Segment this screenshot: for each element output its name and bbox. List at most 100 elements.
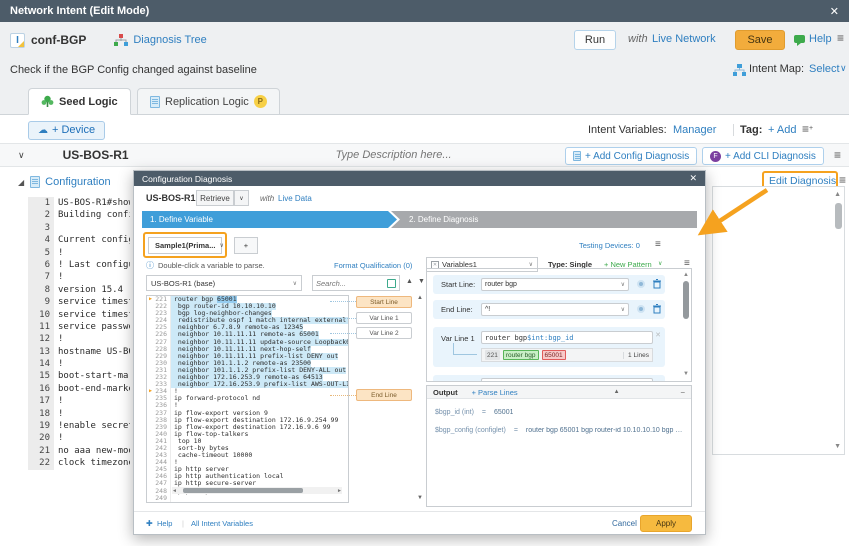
scroll-down-icon[interactable]: ▼ — [834, 443, 841, 450]
code-line[interactable]: 3 — [28, 222, 130, 234]
h-scrollbar-thumb[interactable] — [183, 488, 303, 493]
sample-code-line[interactable]: 227 neighbor 10.11.11.11 update-source L… — [147, 339, 348, 346]
var-line-1-tag[interactable]: Var Line 1 — [356, 312, 412, 324]
collapse-chevron-icon[interactable]: ∨ — [18, 150, 25, 161]
remove-var-line-icon[interactable]: ✕ — [655, 331, 661, 339]
search-next-icon[interactable]: ▼ — [418, 278, 425, 285]
intent-variables-manager-link[interactable]: Manager — [673, 124, 716, 136]
window-close-icon[interactable]: ✕ — [830, 5, 839, 18]
format-qualification-link[interactable]: Format Qualification (0) — [334, 261, 412, 270]
testing-devices-link[interactable]: Testing Devices: 0 — [579, 241, 640, 250]
code-line[interactable]: 15boot-start-mark — [28, 370, 130, 382]
add-sample-tab[interactable]: + — [234, 237, 258, 254]
save-button[interactable]: Save — [735, 30, 785, 50]
add-device-button[interactable]: ☁ + Device — [28, 121, 105, 140]
diagnosis-tree-link[interactable]: Diagnosis Tree — [133, 34, 206, 46]
sample-code-line[interactable]: 245ip http server — [147, 466, 348, 473]
step-define-diagnosis[interactable]: 2. Define Diagnosis — [391, 211, 697, 228]
minimize-icon[interactable]: − — [680, 388, 685, 397]
sample-code-line[interactable]: 224 redistribute ospf 1 match internal e… — [147, 317, 348, 324]
all-intent-variables-link[interactable]: All Intent Variables — [191, 519, 253, 528]
sample-code-line[interactable]: 228 neighbor 10.11.11.11 next-hop-self — [147, 346, 348, 353]
sample-code-line[interactable]: 226 neighbor 10.11.11.11 remote-as 65001 — [147, 331, 348, 338]
testing-menu-icon[interactable]: ≡ — [655, 239, 661, 251]
code-line[interactable]: 19!enable secret — [28, 420, 130, 432]
device-menu-icon[interactable]: ≡ — [834, 149, 841, 161]
search-input[interactable] — [316, 279, 378, 288]
scroll-right-icon[interactable]: ► — [337, 488, 342, 494]
cards-scroll-down-icon[interactable]: ▼ — [683, 371, 689, 378]
sample-tab[interactable]: Sample1(Prima... ∨ — [148, 237, 222, 254]
tab-seed-logic[interactable]: Seed Logic — [28, 88, 131, 115]
sample-code-line[interactable]: 240ip flow-top-talkers — [147, 431, 348, 438]
run-button[interactable]: Run — [574, 30, 616, 50]
live-network-link[interactable]: Live Network — [652, 33, 716, 45]
chevron-down-icon[interactable]: ∨ — [840, 63, 847, 74]
start-line-tag[interactable]: Start Line — [356, 296, 412, 308]
section-menu-icon[interactable]: ≡ — [839, 174, 846, 186]
search-prev-icon[interactable]: ▲ — [406, 278, 413, 285]
var-line-1-input[interactable]: router bgp $int:bgp_id — [481, 331, 653, 344]
qualify-icon[interactable] — [637, 280, 645, 288]
sample-code-line[interactable]: 236! — [147, 402, 348, 409]
qualify-icon[interactable] — [637, 305, 645, 313]
search-options-icon[interactable] — [387, 279, 396, 288]
sample-code-line[interactable]: 242 sort-by bytes — [147, 445, 348, 452]
start-line-input[interactable]: router bgp ∨ — [481, 278, 629, 291]
code-line[interactable]: 4Current configu — [28, 234, 130, 246]
collapse-icon[interactable]: ▲ — [614, 389, 620, 395]
sample-code-line[interactable]: 223 bgp log-neighbor-changes — [147, 310, 348, 317]
sample-code-line[interactable]: ▶221router bgp 65001 — [147, 296, 348, 303]
sample-code-line[interactable]: 233 neighbor 172.16.253.9 prefix-list AW… — [147, 381, 348, 388]
scrollbar-thumb[interactable] — [835, 203, 842, 229]
sample-code-line[interactable]: 238ip flow-export destination 172.16.9.2… — [147, 417, 348, 424]
sample-code-line[interactable]: 241 top 10 — [147, 438, 348, 445]
live-data-link[interactable]: Live Data — [278, 194, 312, 203]
sample-config-editor[interactable]: ▶221router bgp 65001222 bgp router-id 10… — [146, 295, 349, 503]
sample-code-line[interactable]: 225 neighbor 6.7.8.9 remote-as 12345 — [147, 324, 348, 331]
code-line[interactable]: 2Building config — [28, 209, 130, 221]
code-line[interactable]: 21no aaa new-mode — [28, 445, 130, 457]
code-line[interactable]: 22clock timezone — [28, 457, 130, 469]
sample-code-line[interactable]: 237ip flow-export version 9 — [147, 410, 348, 417]
retrieve-dropdown-icon[interactable]: ∨ — [234, 190, 249, 206]
sample-code-line[interactable]: 246ip http authentication local — [147, 473, 348, 480]
source-config-select[interactable]: US-BOS-R1 (base) ∨ — [146, 275, 302, 291]
sample-code-line[interactable]: 222 bgp router-id 10.10.10.10 — [147, 303, 348, 310]
tags-scroll-up-icon[interactable]: ▲ — [417, 295, 423, 301]
config-code-editor[interactable]: 1US-BOS-R1#show2Building config34Current… — [28, 197, 130, 471]
code-line[interactable]: 12! — [28, 333, 130, 345]
configuration-diagnosis-title[interactable]: Configuration Diagn — [45, 176, 113, 188]
tags-scroll-down-icon[interactable]: ▼ — [417, 495, 423, 501]
description-input[interactable] — [264, 149, 524, 161]
tag-list-icon[interactable]: ≡+ — [802, 123, 813, 135]
sample-code-line[interactable]: ▶234! — [147, 388, 348, 395]
intent-map-select[interactable]: Select — [809, 63, 840, 75]
end-line-input[interactable]: ^! ∨ — [481, 303, 629, 316]
sample-code-line[interactable]: 235ip forward-protocol nd — [147, 395, 348, 402]
sample-code-line[interactable]: 230 neighbor 101.1.1.2 remote-as 23500 — [147, 360, 348, 367]
cards-scrollbar-thumb[interactable] — [683, 281, 689, 319]
code-line[interactable]: 1US-BOS-R1#show — [28, 197, 130, 209]
sample-code-line[interactable]: 231 neighbor 101.1.1.2 prefix-list DENY-… — [147, 367, 348, 374]
header-menu-icon[interactable]: ≡ — [837, 32, 844, 44]
end-line-tag[interactable]: End Line — [356, 389, 412, 401]
code-line[interactable]: 9service timesta — [28, 296, 130, 308]
code-line[interactable]: 10service timesta — [28, 309, 130, 321]
add-config-diagnosis-button[interactable]: + Add Config Diagnosis — [565, 147, 697, 165]
var-line-2-input[interactable] — [481, 378, 653, 382]
tab-replication-logic[interactable]: Replication Logic P — [137, 88, 280, 115]
cards-scroll-up-icon[interactable]: ▲ — [683, 272, 689, 279]
dialog-help-link[interactable]: Help — [157, 519, 172, 528]
sample-code-line[interactable]: 249 — [147, 495, 348, 502]
retrieve-button[interactable]: Retrieve — [196, 190, 234, 206]
sample-code-line[interactable]: 232 neighbor 172.16.253.9 remote-as 6451… — [147, 374, 348, 381]
chevron-down-icon[interactable]: ∨ — [658, 260, 662, 267]
scroll-up-icon[interactable]: ▲ — [834, 191, 841, 198]
code-line[interactable]: 16boot-end-marker — [28, 383, 130, 395]
code-line[interactable]: 14! — [28, 358, 130, 370]
sample-code-line[interactable]: 243 cache-timeout 10000 — [147, 452, 348, 459]
parse-lines-link[interactable]: + Parse Lines — [472, 388, 518, 397]
apply-button[interactable]: Apply — [640, 515, 692, 532]
code-line[interactable]: 5! — [28, 247, 130, 259]
